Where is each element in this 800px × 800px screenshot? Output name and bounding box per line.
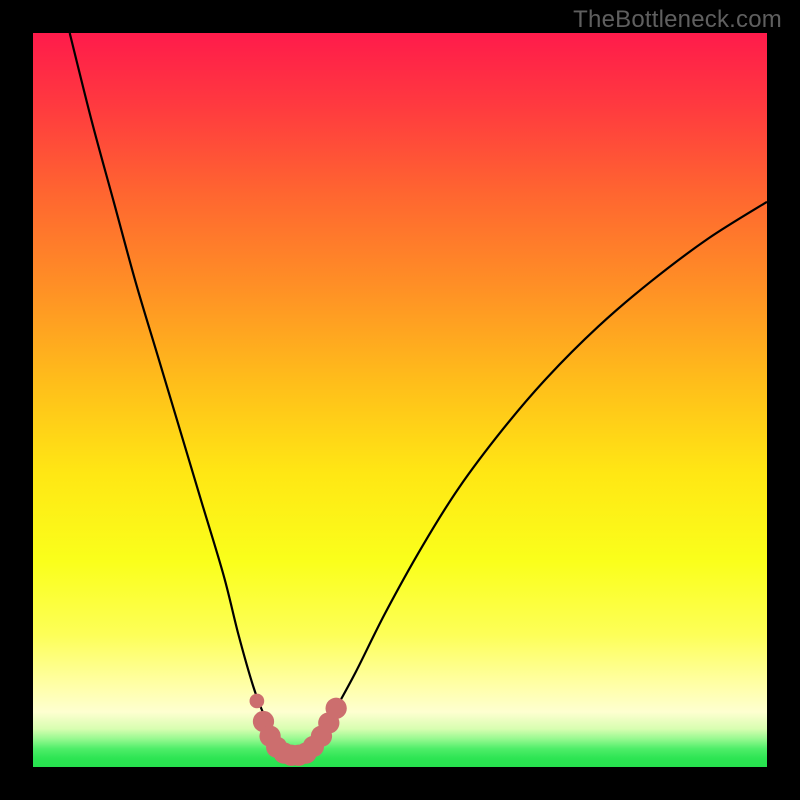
gradient-background: [33, 33, 767, 767]
highlight-marker: [250, 694, 265, 709]
plot-area: [33, 33, 767, 767]
highlight-marker: [326, 698, 347, 719]
chart-frame: TheBottleneck.com: [0, 0, 800, 800]
watermark-text: TheBottleneck.com: [573, 6, 782, 34]
plot-svg: [33, 33, 767, 767]
